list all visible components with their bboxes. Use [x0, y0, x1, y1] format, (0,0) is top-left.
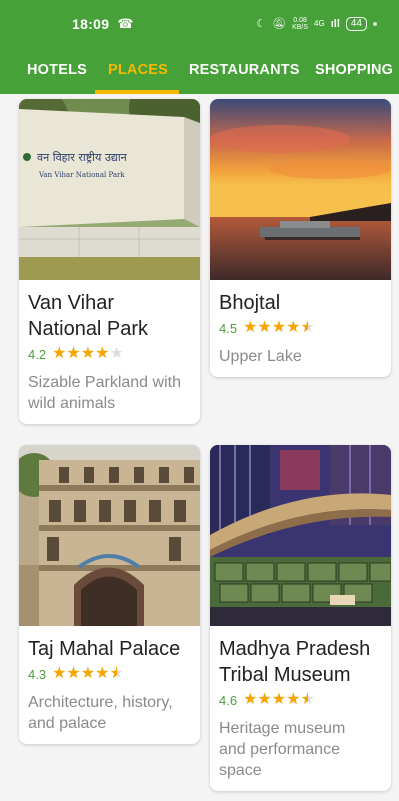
star-icon: ★ [95, 345, 110, 362]
place-card-taj-mahal-palace[interactable]: Taj Mahal Palace 4.3 ★ ★ ★ ★ ★ Architect… [19, 445, 200, 744]
place-name: Taj Mahal Palace [28, 638, 181, 660]
place-photo [19, 445, 200, 626]
moon-icon: ☾ [256, 18, 267, 30]
signal-text: 4G [314, 19, 325, 28]
place-photo: वन विहार राष्ट्रीय उद्यान Van Vihar Nati… [19, 99, 200, 280]
star-icon: ★ [80, 345, 96, 362]
rating-row: 4.2 ★ ★ ★ ★ ★ [28, 346, 200, 362]
rating-row: 4.5 ★ ★ ★ ★ ★ [219, 320, 391, 336]
star-icon: ★ [66, 665, 81, 682]
rating-value: 4.6 [219, 692, 238, 708]
place-description: Sizable Parkland with wild animals [28, 374, 181, 412]
sign-text-english: Van Vihar National Park [38, 171, 125, 179]
star-half-icon: ★ [109, 665, 124, 682]
place-description: Architecture, history, and palace [28, 694, 173, 732]
star-icon: ★ [80, 665, 96, 682]
star-icon: ★ [286, 691, 301, 708]
rating-row: 4.3 ★ ★ ★ ★ ★ [28, 666, 200, 682]
place-description: Upper Lake [219, 348, 302, 365]
star-icon: ★ [243, 691, 258, 708]
star-icon: ★ [257, 319, 272, 336]
place-photo [210, 99, 391, 280]
star-icon: ★ [243, 319, 258, 336]
status-bar: 18:09 ☎ ☾ 🔕︎ 0.08 KB/S 4G ıll 44 [0, 0, 399, 47]
star-empty-icon: ★ [109, 345, 124, 362]
rating-value: 4.2 [28, 346, 47, 362]
tab-places[interactable]: PLACES [108, 47, 168, 94]
star-icon: ★ [52, 345, 67, 362]
star-rating: ★ ★ ★ ★ ★ [52, 666, 124, 682]
place-description: Heritage museum and performance space [219, 720, 346, 779]
star-icon: ★ [52, 665, 67, 682]
tab-restaurants[interactable]: RESTAURANTS [189, 47, 300, 94]
place-card-tribal-museum[interactable]: Madhya Pradesh Tribal Museum 4.6 ★ ★ ★ ★… [210, 445, 391, 791]
battery-icon: 44 [345, 16, 367, 31]
place-name: Madhya Pradesh Tribal Museum [219, 638, 371, 686]
sign-text-hindi: वन विहार राष्ट्रीय उद्यान [37, 151, 128, 164]
rating-value: 4.5 [219, 320, 238, 336]
place-name: Bhojtal [219, 292, 281, 314]
active-tab-indicator [95, 90, 179, 94]
status-time: 18:09 [72, 15, 110, 32]
place-card-bhojtal[interactable]: Bhojtal 4.5 ★ ★ ★ ★ ★ Upper Lake [210, 99, 391, 377]
phone-call-icon: ☎ [117, 15, 134, 31]
notification-dot [373, 21, 377, 26]
star-icon: ★ [66, 345, 81, 362]
place-photo [210, 445, 391, 626]
star-icon: ★ [286, 319, 301, 336]
place-name: Van Vihar National Park [28, 292, 149, 340]
star-half-icon: ★ [300, 319, 315, 336]
star-icon: ★ [257, 691, 272, 708]
rating-value: 4.3 [28, 666, 47, 682]
star-icon: ★ [271, 319, 287, 336]
category-tabs: HOTELS PLACES RESTAURANTS SHOPPING [0, 47, 399, 94]
status-icons: ☾ 🔕︎ 0.08 KB/S 4G ıll 44 [256, 16, 377, 31]
star-rating: ★ ★ ★ ★ ★ [243, 692, 315, 708]
rating-row: 4.6 ★ ★ ★ ★ ★ [219, 692, 391, 708]
tab-hotels[interactable]: HOTELS [27, 47, 87, 94]
place-card-van-vihar[interactable]: वन विहार राष्ट्रीय उद्यान Van Vihar Nati… [19, 99, 200, 424]
star-rating: ★ ★ ★ ★ ★ [52, 346, 124, 362]
star-rating: ★ ★ ★ ★ ★ [243, 320, 315, 336]
star-icon: ★ [271, 691, 287, 708]
network-speed: 0.08 KB/S [292, 16, 309, 31]
signal-bars-icon: ıll [330, 17, 340, 30]
mute-icon: 🔕︎ [272, 18, 287, 30]
star-icon: ★ [95, 665, 110, 682]
star-half-icon: ★ [300, 691, 315, 708]
tab-shopping[interactable]: SHOPPING [315, 47, 393, 94]
